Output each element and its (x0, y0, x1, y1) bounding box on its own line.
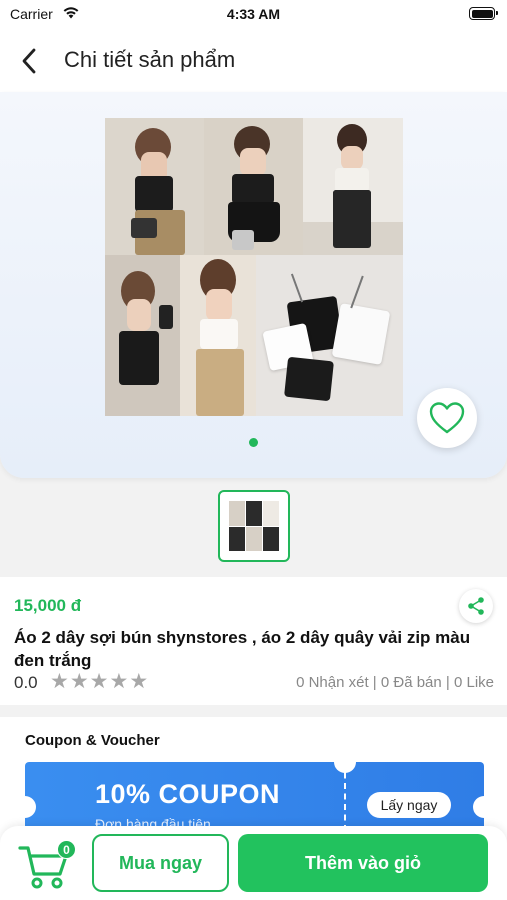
header: Chi tiết sản phẩm (0, 30, 507, 92)
rating-value: 0.0 (14, 673, 38, 692)
product-price: 15,000 đ (14, 596, 82, 615)
page-title: Chi tiết sản phẩm (64, 47, 236, 72)
coupon-amount: 10% COUPON (95, 779, 281, 809)
product-gallery (0, 92, 507, 478)
product-photo (303, 118, 403, 255)
star-icon: ★ (109, 670, 129, 693)
coupon-section-title: Coupon & Voucher (25, 732, 160, 749)
favorite-button[interactable] (417, 388, 477, 448)
share-button[interactable] (459, 589, 493, 623)
thumbnail-image (229, 501, 279, 551)
heart-icon (429, 402, 465, 434)
product-photo (105, 118, 204, 255)
gallery-thumbnail[interactable] (218, 490, 290, 562)
product-info: 15,000 đ Áo 2 dây sợi bún shynstores , á… (0, 577, 507, 705)
cart-button[interactable]: 0 (16, 836, 80, 892)
star-icon: ★ (50, 670, 69, 693)
cart-count-badge: 0 (57, 840, 76, 859)
buy-now-button[interactable]: Mua ngay (92, 834, 229, 892)
battery-icon (469, 7, 498, 20)
product-photo (256, 255, 403, 416)
back-button[interactable] (14, 44, 44, 78)
coupon-notch (473, 796, 484, 818)
product-image[interactable] (105, 118, 403, 416)
star-icon: ★ (69, 670, 89, 693)
add-to-cart-button[interactable]: Thêm vào giỏ (238, 834, 488, 892)
product-photo (204, 118, 303, 255)
coupon-claim-button[interactable]: Lấy ngay (367, 792, 451, 818)
share-icon (468, 597, 484, 615)
status-time: 4:33 AM (226, 6, 281, 22)
status-bar: Carrier 4:33 AM (0, 0, 507, 30)
rating-stars: ★ ★ ★ ★ ★ (50, 671, 148, 693)
product-stats: 0 Nhận xét | 0 Đã bán | 0 Like (296, 674, 494, 691)
back-arrow-icon (22, 48, 36, 74)
gallery-page-indicator (249, 438, 258, 447)
coupon-notch (25, 796, 36, 818)
bottom-action-bar: 0 Mua ngay Thêm vào giỏ (0, 826, 507, 900)
product-photo (180, 255, 256, 416)
star-icon: ★ (89, 670, 109, 693)
product-photo (105, 255, 180, 416)
product-name: Áo 2 dây sợi bún shynstores , áo 2 dây q… (14, 628, 471, 670)
star-icon: ★ (129, 670, 149, 693)
